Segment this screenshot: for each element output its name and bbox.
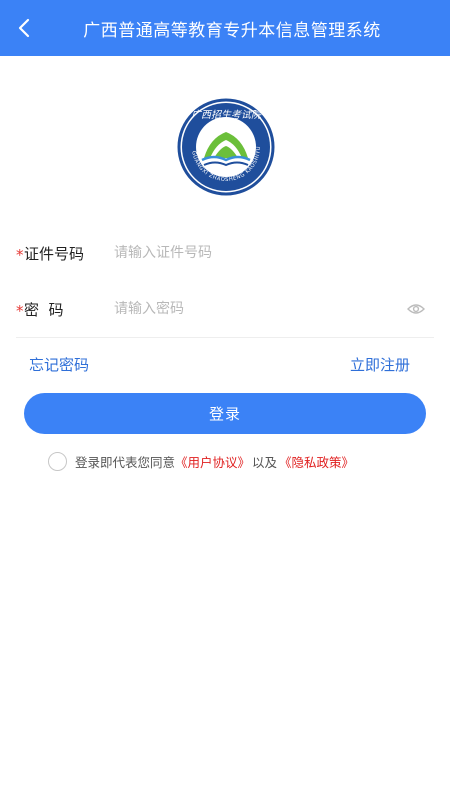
page-title: 广西普通高等教育专升本信息管理系统 [83, 20, 381, 41]
required-mark: * [16, 246, 24, 264]
agreement-conjunction: 以及 [252, 454, 278, 470]
required-mark: * [16, 302, 24, 320]
agreement-row: 登录即代表您同意 《用户协议》 以及 《隐私政策》 [48, 450, 354, 472]
register-link[interactable]: 立即注册 [350, 354, 410, 375]
id-number-label: 证件号码 [24, 244, 85, 263]
forgot-password-link[interactable]: 忘记密码 [29, 354, 89, 375]
eye-icon [407, 304, 425, 314]
id-number-input[interactable] [114, 233, 434, 273]
agreement-prefix: 登录即代表您同意 [75, 454, 176, 470]
privacy-policy-link[interactable]: 《隐私政策》 [279, 452, 354, 471]
show-password-toggle[interactable] [404, 297, 428, 321]
password-label: 密 码 [24, 300, 64, 319]
nav-bar: 广西普通高等教育专升本信息管理系统 [0, 0, 450, 56]
agreement-checkbox[interactable] [48, 451, 67, 471]
password-row: * 密 码 [16, 281, 434, 337]
divider [16, 337, 434, 338]
logo-top-text: 广西招生考试院 [191, 109, 263, 121]
user-agreement-link[interactable]: 《用户协议》 [175, 452, 250, 471]
login-button[interactable]: 登录 [24, 393, 426, 434]
chevron-left-icon [18, 18, 30, 38]
id-number-row: * 证件号码 [16, 225, 434, 281]
logo: 广西招生考试院 GUANGXI ZHAOSHENG KAOSHIYUAN [168, 94, 282, 196]
password-input[interactable] [114, 289, 404, 329]
back-button[interactable] [8, 12, 40, 44]
logo-emblem: 广西招生考试院 GUANGXI ZHAOSHENG KAOSHIYUAN [168, 94, 275, 196]
